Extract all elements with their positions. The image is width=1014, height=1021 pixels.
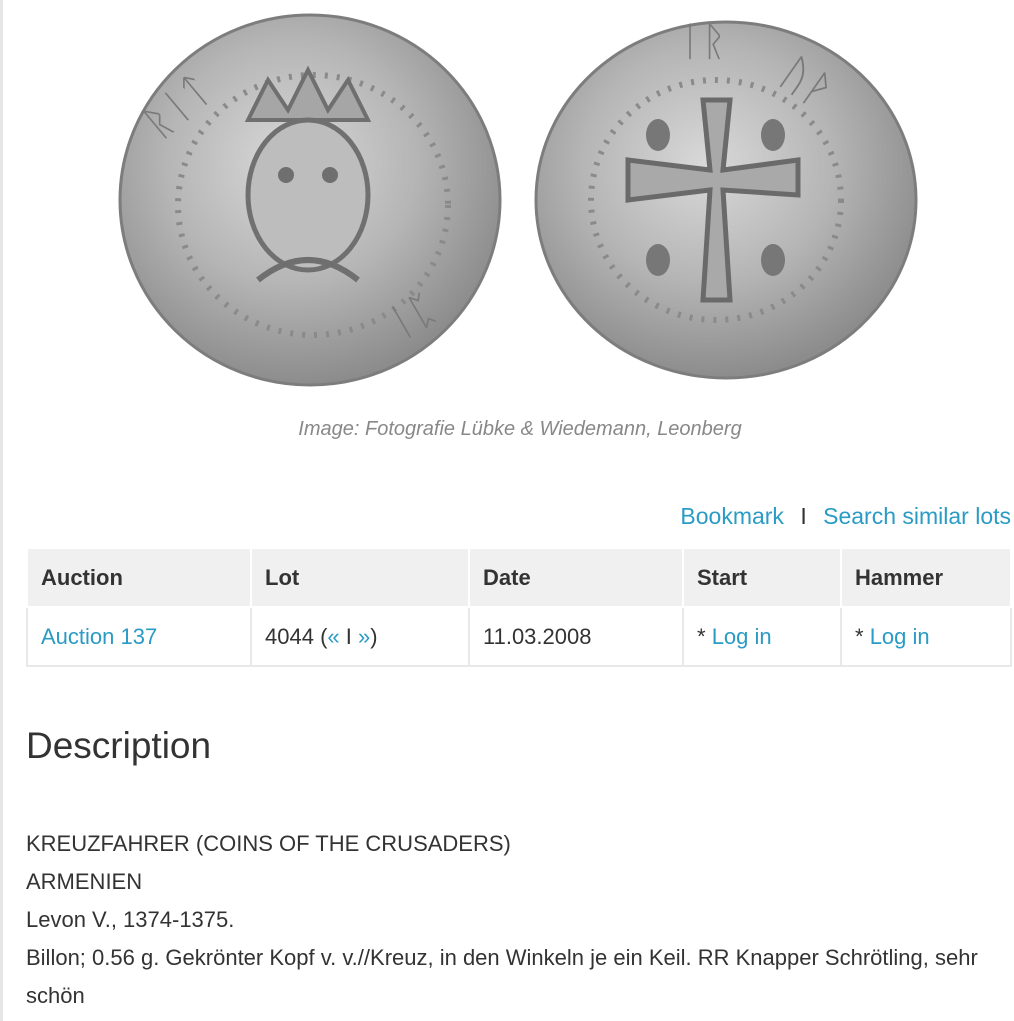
header-date: Date [468, 547, 684, 608]
previous-lot-link[interactable]: « [327, 624, 339, 649]
coin-obverse: ᚱᛁᛏ ᛁᛈ [118, 13, 502, 387]
svg-text:ᛁᚱ: ᛁᚱ [678, 19, 726, 65]
header-start: Start [682, 547, 842, 608]
start-prefix: * [697, 623, 706, 649]
lot-number: 4044 [265, 623, 314, 649]
next-lot-link[interactable]: » [358, 624, 370, 649]
coin-photo[interactable]: ᚱᛁᛏ ᛁᛈ ᚢᚹ ᛁᚱ [118, 10, 918, 392]
coin-reverse: ᚢᚹ ᛁᚱ [534, 19, 918, 380]
search-similar-lots-link[interactable]: Search similar lots [823, 503, 1011, 529]
start-login-link[interactable]: Log in [712, 624, 772, 649]
description-line: Billon; 0.56 g. Gekrönter Kopf v. v.//Kr… [26, 945, 978, 1008]
header-auction: Auction [26, 547, 252, 608]
lot-table: Auction Lot Date Start Hammer Auction 13… [26, 547, 1012, 667]
table-row: Auction 137 4044 (« I ») 11.03.2008 * Lo… [26, 606, 1012, 667]
table-header-row: Auction Lot Date Start Hammer [26, 547, 1012, 608]
lot-nav-separator: I [345, 623, 352, 649]
description-line: Levon V., 1374-1375. [26, 907, 235, 932]
description-body: KREUZFAHRER (COINS OF THE CRUSADERS) ARM… [26, 825, 1014, 1015]
lot-actions: Bookmark I Search similar lots [680, 503, 1011, 530]
header-hammer: Hammer [840, 547, 1012, 608]
description-line: KREUZFAHRER (COINS OF THE CRUSADERS) [26, 831, 511, 856]
cell-lot: 4044 (« I ») [250, 606, 470, 667]
description-line: ARMENIEN [26, 869, 143, 894]
image-caption: Image: Fotografie Lübke & Wiedemann, Leo… [298, 418, 742, 440]
actions-separator: I [800, 503, 807, 529]
hammer-login-link[interactable]: Log in [870, 624, 930, 649]
cell-date: 11.03.2008 [468, 606, 684, 667]
page-left-border [0, 0, 3, 1021]
cell-start: * Log in [682, 606, 842, 667]
cell-auction: Auction 137 [26, 606, 252, 667]
hammer-prefix: * [855, 623, 864, 649]
auction-link[interactable]: Auction 137 [41, 624, 157, 649]
bookmark-link[interactable]: Bookmark [680, 503, 784, 529]
description-heading: Description [26, 725, 212, 766]
cell-hammer: * Log in [840, 606, 1012, 667]
header-lot: Lot [250, 547, 470, 608]
